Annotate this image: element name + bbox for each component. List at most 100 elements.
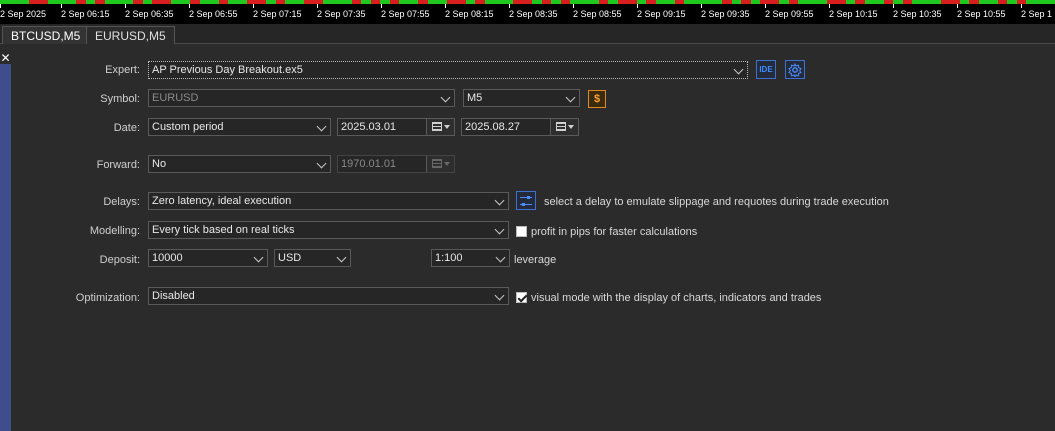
candle-tick [152,0,162,4]
chevron-down-icon [495,291,505,301]
close-icon[interactable]: ✕ [0,52,11,64]
modelling-select[interactable]: Every tick based on real ticks [148,221,509,239]
candle-tick [389,0,399,4]
symbol-label: Symbol: [100,93,140,105]
forward-mode-select[interactable]: No [148,155,331,173]
profit-in-pips-checkbox[interactable] [516,226,527,237]
date-from-field[interactable]: 2025.03.01 [337,118,455,136]
candle-tick [256,0,266,4]
candle-tick [85,0,95,4]
chevron-down-icon [254,253,264,263]
time-label: 2 Sep 1 [1021,4,1053,19]
candle-tick [1035,0,1045,4]
timeframe-select[interactable]: M5 [463,89,580,107]
settings-button[interactable] [785,60,805,79]
calendar-icon [426,156,454,172]
time-label: 2 Sep 08:55 [573,4,622,19]
candle-tick [798,0,808,4]
expert-select[interactable]: AP Previous Day Breakout.ex5 [148,61,748,79]
time-label: 2 Sep 07:15 [253,4,302,19]
time-label: 2 Sep 06:15 [61,4,110,19]
candle-tick [237,0,247,4]
candle-tick [323,0,333,4]
candle-tick [484,0,494,4]
chevron-down-icon [495,196,505,206]
candle-tick [817,0,827,4]
candle-tick [978,0,988,4]
candle-tick [902,0,912,4]
candle-tick [418,0,428,4]
chevron-down-icon [317,159,327,169]
time-label: 2 Sep 06:55 [189,4,238,19]
candle-tick [684,0,694,4]
profit-in-pips-label: profit in pips for faster calculations [531,226,698,238]
candle-tick [361,0,371,4]
candle-tick [218,0,228,4]
candle-tick [589,0,599,4]
candle-tick [551,0,561,4]
date-to-value: 2025.08.27 [465,121,521,133]
delays-label: Delays: [103,196,140,208]
visual-mode-checkbox[interactable] [516,292,527,303]
candle-tick [399,0,409,4]
candle-tick [275,0,285,4]
candle-tick [304,0,314,4]
optimization-value: Disabled [152,290,195,302]
candle-tick [114,0,124,4]
candle-tick [560,0,570,4]
tab-btcusd-m5[interactable]: BTCUSD,M5 [2,26,90,44]
candle-tick [66,0,76,4]
candle-tick [836,0,846,4]
time-label: 2 Sep 09:15 [637,4,686,19]
currency-select[interactable]: USD [274,249,351,267]
forward-date-field: 1970.01.01 [337,155,455,173]
modelling-label: Modelling: [89,225,140,237]
date-to-field[interactable]: 2025.08.27 [461,118,579,136]
candle-tick [655,0,665,4]
ide-button[interactable]: IDE [756,60,776,79]
delays-select[interactable]: Zero latency, ideal execution [148,192,509,210]
candle-tick [190,0,200,4]
candle-tick [294,0,304,4]
time-label: 2 Sep 08:15 [445,4,494,19]
candle-tick [9,0,19,4]
calendar-icon[interactable] [426,119,454,135]
candle-tick [142,0,152,4]
candle-tick [950,0,960,4]
candle-tick [199,0,209,4]
time-label: 2 Sep 08:35 [509,4,558,19]
candle-tick [722,0,732,4]
candle-tick [351,0,361,4]
delays-hint: select a delay to emulate slippage and r… [544,196,889,208]
candle-tick [570,0,580,4]
candle-tick [446,0,456,4]
calendar-icon[interactable] [550,119,578,135]
symbol-select[interactable]: EURUSD [148,89,455,107]
delay-settings-button[interactable] [516,191,536,210]
tab-eurusd-m5[interactable]: EURUSD,M5 [86,26,175,44]
candle-tick [598,0,608,4]
candle-tick [731,0,741,4]
optimization-label: Optimization: [75,292,140,304]
candle-tick [522,0,532,4]
time-label: 2 Sep 09:35 [701,4,750,19]
leverage-select[interactable]: 1:100 [431,249,510,267]
candle-tick [532,0,542,4]
time-label: 2 Sep 10:15 [829,4,878,19]
date-mode-select[interactable]: Custom period [148,118,331,136]
candle-tick [874,0,884,4]
candle-color-strip [0,0,1055,4]
chart-tab-bar: BTCUSD,M5 EURUSD,M5 [0,24,1055,44]
candle-tick [19,0,29,4]
candle-tick [807,0,817,4]
candle-tick [703,0,713,4]
deposit-amount-select[interactable]: 10000 [148,249,268,267]
optimization-select[interactable]: Disabled [148,287,509,305]
candle-tick [931,0,941,4]
candle-tick [0,0,10,4]
symbol-properties-button[interactable]: $ [588,90,606,108]
candle-tick [28,0,38,4]
candle-tick [266,0,276,4]
candle-tick [997,0,1007,4]
candle-tick [370,0,380,4]
